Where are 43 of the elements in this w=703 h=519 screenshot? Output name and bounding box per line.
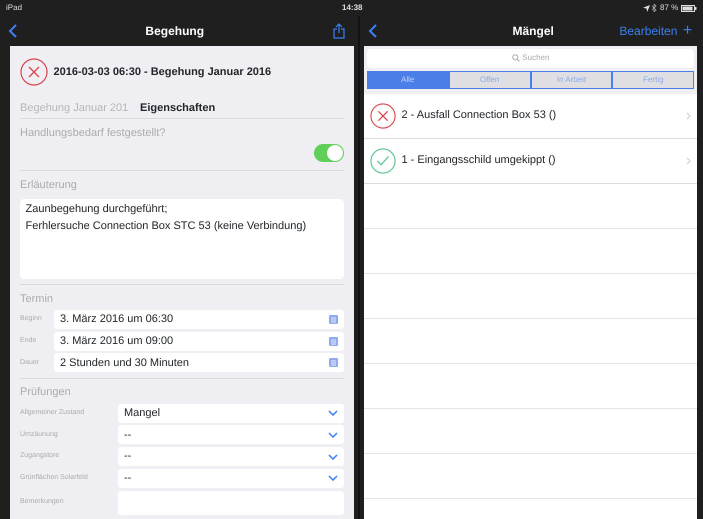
row-title: 1 - Eingangsschild umgekippt ()	[402, 153, 557, 168]
row-title: 2 - Ausfall Connection Box 53 ()	[402, 108, 558, 124]
field-label: Erläuterung	[20, 178, 78, 192]
toggle-switch[interactable]	[314, 144, 344, 162]
date-field[interactable]: 3. März 2016 um 09:00	[54, 332, 344, 350]
chevron-right-icon	[686, 156, 691, 164]
share-icon[interactable]	[332, 23, 344, 39]
date-field[interactable]: 2 Stunden und 30 Minuten	[54, 353, 344, 372]
calendar-icon[interactable]	[329, 314, 338, 324]
add-button[interactable]: +	[682, 19, 692, 43]
search-icon	[512, 54, 520, 62]
section-title: Eigenschaften	[140, 100, 216, 116]
chevron-down-icon	[328, 410, 338, 416]
dropdown[interactable]: --	[118, 468, 344, 488]
section-label: Prüfungen	[20, 385, 72, 400]
text-area[interactable]: Zaunbegehung durchgeführt; Ferhlersuche Connection Box STC 53 (keine Verbindung)	[20, 198, 344, 278]
calendar-icon[interactable]	[329, 358, 338, 368]
clock: 14:38	[342, 3, 362, 12]
edit-link[interactable]: Bearbeiten	[619, 22, 678, 40]
section-label: Termin	[20, 292, 54, 306]
chevron-right-icon	[686, 112, 691, 120]
location-icon	[642, 4, 650, 12]
nav-title: Begehung	[144, 23, 206, 40]
chevron-down-icon	[328, 454, 338, 460]
field-label: Handlungsbedarf festgestellt?	[20, 126, 167, 140]
list-row[interactable]: 1 - Eingangsschild umgekippt ()	[364, 138, 697, 184]
battery-percent: 87 %	[660, 2, 678, 14]
name-field-value: Begehung Januar 201	[20, 100, 130, 116]
chevron-down-icon	[328, 475, 338, 482]
bluetooth-icon	[652, 4, 658, 12]
calendar-icon[interactable]	[329, 336, 338, 346]
nav-title: Mängel	[512, 23, 555, 40]
chevron-down-icon	[328, 432, 338, 438]
dropdown[interactable]: Mangel	[118, 404, 344, 422]
dropdown[interactable]: --	[118, 447, 344, 466]
dropdown[interactable]: --	[118, 425, 344, 444]
back-icon[interactable]	[368, 24, 377, 38]
battery-icon	[681, 4, 697, 12]
back-icon[interactable]	[8, 24, 17, 38]
date-field[interactable]: 3. März 2016 um 06:30	[54, 310, 344, 329]
list-row[interactable]: 2 - Ausfall Connection Box 53 ()	[364, 94, 697, 138]
device-name: iPad	[6, 2, 22, 14]
inspection-title: 2016-03-03 06:30 - Begehung Januar 2016	[54, 64, 272, 80]
